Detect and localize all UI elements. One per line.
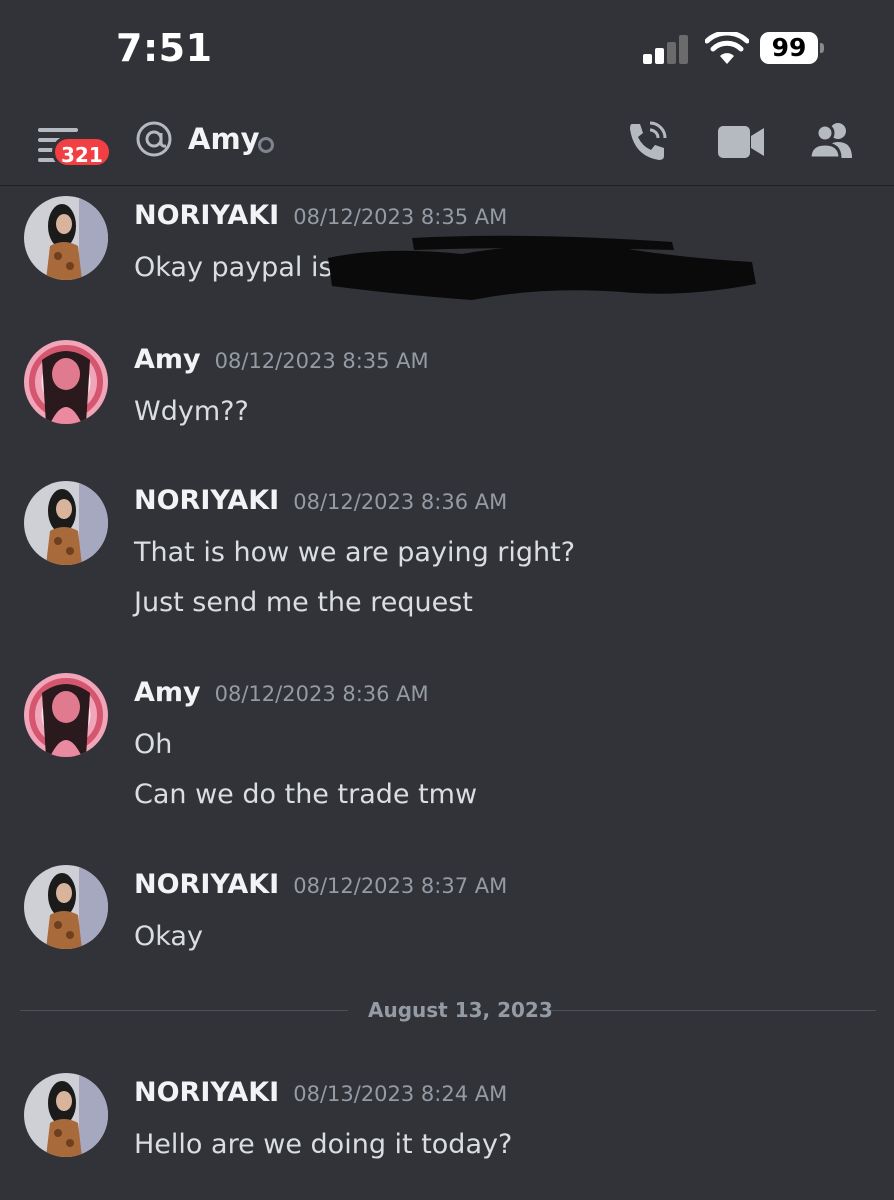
message-timestamp: 08/12/2023 8:36 AM <box>293 490 508 514</box>
message-text: Just send me the request <box>134 587 473 618</box>
at-icon <box>136 121 172 157</box>
message-timestamp: 08/12/2023 8:35 AM <box>214 349 429 373</box>
avatar-noriyaki[interactable] <box>24 196 108 280</box>
message-timestamp: 08/12/2023 8:35 AM <box>293 205 508 229</box>
message-author[interactable]: NORIYAKI <box>134 485 279 516</box>
avatar-noriyaki[interactable] <box>24 865 108 949</box>
avatar-amy[interactable] <box>24 673 108 757</box>
message-text: Okay paypal is <box>134 252 333 283</box>
avatar-noriyaki[interactable] <box>24 1073 108 1157</box>
message[interactable]: NORIYAKI 08/12/2023 8:37 AM Okay <box>0 865 894 955</box>
offline-status-icon <box>258 137 274 153</box>
unread-count-badge: 321 <box>52 136 112 168</box>
message[interactable]: NORIYAKI 08/12/2023 8:35 AM Okay paypal i… <box>0 196 894 306</box>
message-text: Wdym?? <box>134 396 249 427</box>
video-camera-icon[interactable] <box>718 126 764 158</box>
wifi-icon <box>705 32 749 64</box>
message-author[interactable]: Amy <box>134 344 201 375</box>
message-text: Oh <box>134 729 173 760</box>
message[interactable]: Amy 08/12/2023 8:35 AM Wdym?? <box>0 340 894 430</box>
message-author[interactable]: NORIYAKI <box>134 1077 279 1108</box>
phone-call-icon[interactable] <box>626 120 668 162</box>
message-text: That is how we are paying right? <box>134 537 576 568</box>
message[interactable]: NORIYAKI 08/13/2023 8:24 AM Hello are we … <box>0 1073 894 1163</box>
battery-icon: 99 <box>760 32 824 64</box>
message[interactable]: NORIYAKI 08/12/2023 8:36 AM That is how w… <box>0 481 894 621</box>
date-divider-label: August 13, 2023 <box>368 998 553 1022</box>
message[interactable]: Amy 08/12/2023 8:36 AM Oh Can we do the t… <box>0 673 894 813</box>
message-timestamp: 08/12/2023 8:37 AM <box>293 874 508 898</box>
message-author[interactable]: NORIYAKI <box>134 869 279 900</box>
avatar-amy[interactable] <box>24 340 108 424</box>
cellular-signal-icon <box>643 34 689 64</box>
message-timestamp: 08/12/2023 8:36 AM <box>214 682 429 706</box>
message-author[interactable]: NORIYAKI <box>134 200 279 231</box>
message-timestamp: 08/13/2023 8:24 AM <box>293 1082 508 1106</box>
message-text: Okay <box>134 921 203 952</box>
message-author[interactable]: Amy <box>134 677 201 708</box>
channel-title[interactable]: Amy <box>188 122 260 156</box>
message-text: Hello are we doing it today? <box>134 1129 513 1160</box>
message-text: Can we do the trade tmw <box>134 779 478 810</box>
status-bar: 7:51 99 <box>0 0 894 100</box>
battery-level: 99 <box>760 32 818 64</box>
members-icon[interactable] <box>808 120 854 160</box>
status-time: 7:51 <box>116 26 213 70</box>
avatar-noriyaki[interactable] <box>24 481 108 565</box>
redaction-scribble <box>328 235 756 300</box>
